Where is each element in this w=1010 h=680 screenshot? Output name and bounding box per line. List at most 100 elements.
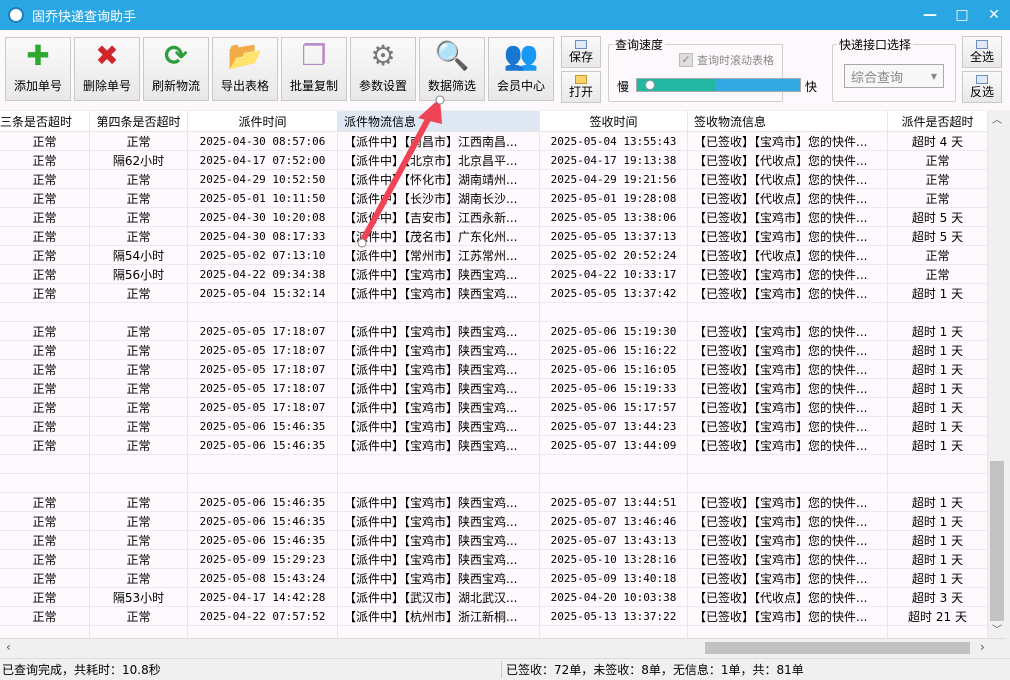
empty-row[interactable] bbox=[0, 626, 988, 638]
table-cell: 2025-04-29 10:52:50 bbox=[188, 170, 338, 188]
empty-row[interactable] bbox=[0, 455, 988, 474]
scroll-table-checkbox[interactable]: ✓ 查询时滚动表格 bbox=[679, 52, 774, 68]
table-row[interactable]: 正常 正常 2025-05-06 15:46:35 【派件中】【宝鸡市】陕西宝鸡...… bbox=[0, 417, 988, 436]
table-row[interactable]: 正常 正常 2025-05-05 17:18:07 【派件中】【宝鸡市】陕西宝鸡...… bbox=[0, 379, 988, 398]
vertical-scrollbar[interactable]: ︿ ﹀ bbox=[988, 111, 1006, 638]
table-row[interactable]: 正常 正常 2025-04-30 08:17:33 【派件中】【茂名市】广东化州...… bbox=[0, 227, 988, 246]
invert-selection-button[interactable]: 反选 bbox=[962, 71, 1002, 103]
scroll-left-icon[interactable]: ‹ bbox=[6, 640, 11, 654]
table-cell: 正常 bbox=[90, 607, 188, 625]
table-cell: 隔62小时 bbox=[90, 151, 188, 169]
table-row[interactable]: 正常 隔62小时 2025-04-17 07:52:00 【派件中】【北京市】北京昌平… bbox=[0, 151, 988, 170]
save-button[interactable]: 保存 bbox=[561, 36, 601, 68]
table-cell: 超时 1 天 bbox=[888, 531, 988, 549]
column-header[interactable]: 派件是否超时 bbox=[888, 111, 988, 131]
table-row[interactable]: 正常 正常 2025-05-08 15:43:24 【派件中】【宝鸡市】陕西宝鸡...… bbox=[0, 569, 988, 588]
horizontal-scrollbar[interactable]: ‹ › bbox=[0, 638, 1006, 656]
scroll-right-icon[interactable]: › bbox=[980, 640, 985, 654]
toolbar-button-7[interactable]: 🔍 数据筛选 bbox=[419, 37, 485, 101]
table-row[interactable]: 正常 正常 2025-05-04 15:32:14 【派件中】【宝鸡市】陕西宝鸡...… bbox=[0, 284, 988, 303]
column-header[interactable]: 派件时间 bbox=[188, 111, 338, 131]
toolbar-button-5[interactable]: ❐ 批量复制 bbox=[281, 37, 347, 101]
table-cell: 正常 bbox=[0, 588, 90, 606]
table-row[interactable]: 正常 隔53小时 2025-04-17 14:42:28 【派件中】【武汉市】湖北武汉… bbox=[0, 588, 988, 607]
table-row[interactable]: 正常 正常 2025-05-05 17:18:07 【派件中】【宝鸡市】陕西宝鸡...… bbox=[0, 322, 988, 341]
scroll-down-icon[interactable]: ﹀ bbox=[988, 621, 1006, 636]
vertical-scroll-thumb[interactable] bbox=[990, 461, 1004, 621]
table-cell: 【派件中】【宝鸡市】陕西宝鸡... bbox=[338, 284, 540, 302]
table-cell bbox=[90, 474, 188, 492]
table-row[interactable]: 正常 隔56小时 2025-04-22 09:34:38 【派件中】【宝鸡市】陕西宝鸡… bbox=[0, 265, 988, 284]
table-row[interactable]: 正常 正常 2025-05-06 15:46:35 【派件中】【宝鸡市】陕西宝鸡...… bbox=[0, 531, 988, 550]
toolbar-button-3[interactable]: ⟳ 刷新物流 bbox=[143, 37, 209, 101]
table-cell: 正常 bbox=[888, 189, 988, 207]
column-header[interactable]: 派件物流信息 bbox=[338, 111, 540, 131]
table-row[interactable]: 正常 正常 2025-04-22 07:57:52 【派件中】【杭州市】浙江新桐...… bbox=[0, 607, 988, 626]
close-button[interactable]: ✕ bbox=[978, 7, 1010, 23]
table-cell: 正常 bbox=[90, 189, 188, 207]
toolbar-button-6[interactable]: ⚙ 参数设置 bbox=[350, 37, 416, 101]
table-row[interactable]: 正常 正常 2025-05-06 15:46:35 【派件中】【宝鸡市】陕西宝鸡...… bbox=[0, 436, 988, 455]
table-row[interactable]: 正常 正常 2025-05-01 10:11:50 【派件中】【长沙市】湖南长沙...… bbox=[0, 189, 988, 208]
table-cell: 【已签收】【宝鸡市】您的快件... bbox=[688, 132, 888, 150]
table-cell: 2025-05-05 17:18:07 bbox=[188, 360, 338, 378]
table-cell: 【派件中】【宝鸡市】陕西宝鸡... bbox=[338, 379, 540, 397]
table-cell: 【已签收】【宝鸡市】您的快件... bbox=[688, 322, 888, 340]
save-label: 保存 bbox=[568, 50, 593, 64]
table-cell: 【已签收】【宝鸡市】您的快件... bbox=[688, 208, 888, 226]
table-cell: 超时 1 天 bbox=[888, 322, 988, 340]
table-cell: 超时 4 天 bbox=[888, 132, 988, 150]
toolbar-button-2[interactable]: ✖ 删除单号 bbox=[74, 37, 140, 101]
horizontal-scroll-thumb[interactable] bbox=[705, 642, 970, 654]
table-cell: 【派件中】【宝鸡市】陕西宝鸡... bbox=[338, 417, 540, 435]
toolbar-button-label: 添加单号 bbox=[13, 79, 62, 93]
table-cell: 2025-05-04 15:32:14 bbox=[188, 284, 338, 302]
table-row[interactable]: 正常 正常 2025-04-29 10:52:50 【派件中】【怀化市】湖南靖州...… bbox=[0, 170, 988, 189]
toolbar-button-4[interactable]: 📂 导出表格 bbox=[212, 37, 278, 101]
table-cell: 正常 bbox=[0, 170, 90, 188]
table-cell: 正常 bbox=[90, 132, 188, 150]
api-select-title: 快递接口选择 bbox=[837, 36, 914, 53]
table-cell: 隔56小时 bbox=[90, 265, 188, 283]
empty-row[interactable] bbox=[0, 303, 988, 322]
slider-thumb[interactable] bbox=[645, 80, 655, 90]
column-header[interactable]: 签收物流信息 bbox=[688, 111, 888, 131]
table-row[interactable]: 正常 正常 2025-05-05 17:18:07 【派件中】【宝鸡市】陕西宝鸡...… bbox=[0, 341, 988, 360]
column-header[interactable]: 签收时间 bbox=[540, 111, 688, 131]
table-row[interactable]: 正常 正常 2025-05-06 15:46:35 【派件中】【宝鸡市】陕西宝鸡...… bbox=[0, 493, 988, 512]
table-cell: 2025-04-20 10:03:38 bbox=[540, 588, 688, 606]
minimize-button[interactable]: — bbox=[914, 7, 946, 23]
table-cell: 【已签收】【宝鸡市】您的快件... bbox=[688, 227, 888, 245]
table-cell: 正常 bbox=[90, 398, 188, 416]
table-cell bbox=[338, 474, 540, 492]
maximize-button[interactable]: □ bbox=[946, 7, 978, 23]
table-row[interactable]: 正常 正常 2025-05-05 17:18:07 【派件中】【宝鸡市】陕西宝鸡...… bbox=[0, 398, 988, 417]
scroll-up-icon[interactable]: ︿ bbox=[988, 111, 1006, 126]
table-cell: 【已签收】【宝鸡市】您的快件... bbox=[688, 512, 888, 530]
select-all-button[interactable]: 全选 bbox=[962, 36, 1002, 68]
table-cell: 正常 bbox=[0, 531, 90, 549]
table-row[interactable]: 正常 正常 2025-05-05 17:18:07 【派件中】【宝鸡市】陕西宝鸡...… bbox=[0, 360, 988, 379]
empty-row[interactable] bbox=[0, 474, 988, 493]
table-cell: 2025-04-17 07:52:00 bbox=[188, 151, 338, 169]
toolbar-button-1[interactable]: ✚ 添加单号 bbox=[5, 37, 71, 101]
column-header[interactable]: 三条是否超时 bbox=[0, 111, 90, 131]
table-row[interactable]: 正常 正常 2025-05-06 15:46:35 【派件中】【宝鸡市】陕西宝鸡...… bbox=[0, 512, 988, 531]
table-cell: 正常 bbox=[0, 227, 90, 245]
column-header[interactable]: 第四条是否超时 bbox=[90, 111, 188, 131]
table-cell bbox=[540, 626, 688, 638]
table-row[interactable]: 正常 正常 2025-04-30 10:20:08 【派件中】【吉安市】江西永新...… bbox=[0, 208, 988, 227]
toolbar-button-label: 删除单号 bbox=[82, 79, 131, 93]
checkbox-check-icon: ✓ bbox=[679, 53, 693, 67]
table-cell bbox=[338, 303, 540, 321]
save-icon bbox=[575, 40, 587, 49]
toolbar-button-8[interactable]: 👥 会员中心 bbox=[488, 37, 554, 101]
table-cell: 正常 bbox=[0, 550, 90, 568]
table-row[interactable]: 正常 正常 2025-05-09 15:29:23 【派件中】【宝鸡市】陕西宝鸡...… bbox=[0, 550, 988, 569]
table-cell: 【已签收】【代收点】您的快件... bbox=[688, 170, 888, 188]
open-button[interactable]: 打开 bbox=[561, 71, 601, 103]
table-row[interactable]: 正常 正常 2025-04-30 08:57:06 【派件中】【南昌市】江西南昌...… bbox=[0, 132, 988, 151]
api-select-dropdown[interactable]: 综合查询 ▼ bbox=[844, 64, 944, 88]
speed-slider[interactable] bbox=[636, 78, 801, 92]
table-row[interactable]: 正常 隔54小时 2025-05-02 07:13:10 【派件中】【常州市】江苏常州… bbox=[0, 246, 988, 265]
